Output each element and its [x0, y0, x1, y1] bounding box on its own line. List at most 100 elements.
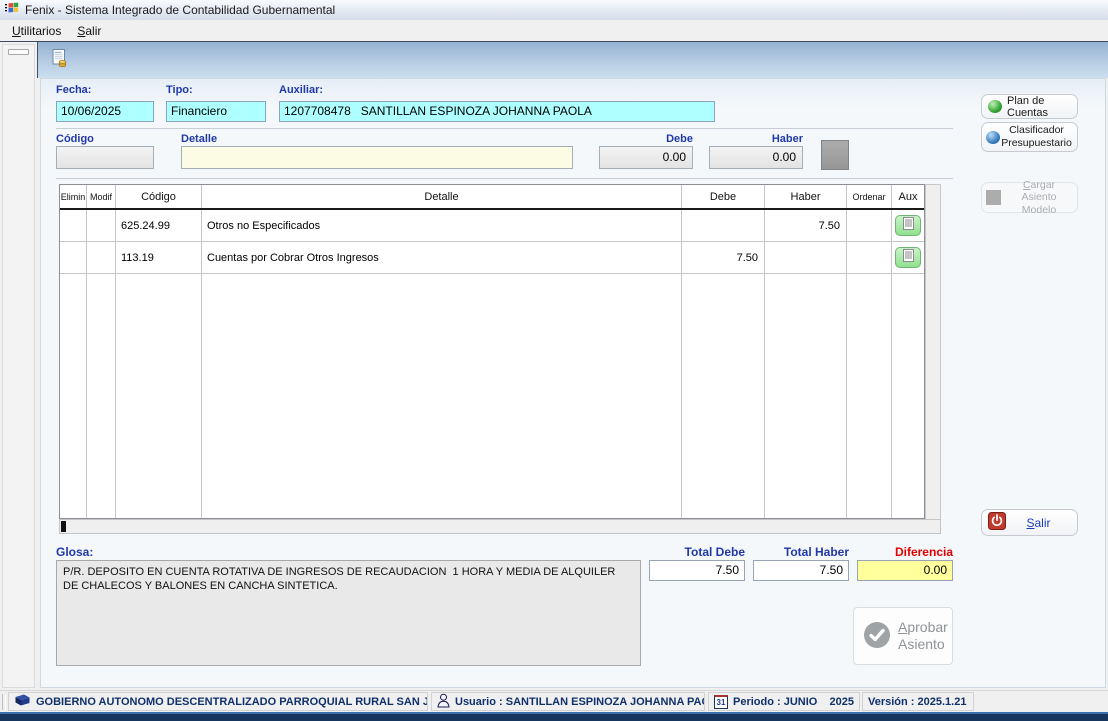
report-icon [49, 48, 69, 73]
toolbar [37, 42, 1108, 78]
add-line-button[interactable] [821, 140, 849, 170]
haber-input[interactable]: 0.00 [709, 146, 803, 169]
detalle-label: Detalle [181, 133, 218, 145]
status-periodo: 31 Periodo : JUNIO 2025 [708, 692, 860, 711]
total-haber-value: 7.50 [753, 560, 849, 581]
app-icon [4, 0, 20, 21]
cell-ordenar[interactable] [847, 242, 892, 273]
cell-debe: 7.50 [682, 242, 765, 273]
debe-label: Debe [666, 133, 693, 145]
glosa-label: Glosa: [56, 545, 94, 559]
menu-utilitarios[interactable]: Utilitarios [4, 21, 69, 41]
status-user: Usuario : SANTILLAN ESPINOZA JOHANNA PAO… [431, 692, 705, 711]
left-dock-panel [2, 44, 35, 688]
green-sphere-icon [988, 100, 1002, 113]
table-row: 625.24.99 Otros no Especificados 7.50 [60, 210, 924, 242]
clasificador-label: Clasificador Presupuestario [1001, 124, 1072, 149]
title-bar: Fenix - Sistema Integrado de Contabilida… [0, 0, 1108, 20]
header-debe: Debe [682, 185, 765, 208]
header-detalle: Detalle [202, 185, 682, 208]
window-title: Fenix - Sistema Integrado de Contabilida… [25, 3, 336, 17]
total-haber-label: Total Haber [783, 545, 849, 559]
aprobar-button-label: Aprobar Asiento [898, 618, 948, 653]
header-ordenar: Ordenar [847, 185, 892, 208]
table-horizontal-scrollbar[interactable] [59, 519, 941, 534]
fecha-label: Fecha: [56, 84, 92, 96]
table-empty-rows [60, 274, 924, 518]
cargar-asiento-label: Cargar Asiento Modelo [1021, 178, 1057, 216]
detalle-input[interactable] [181, 146, 573, 169]
statusbar-grip [2, 694, 6, 710]
person-icon [437, 693, 450, 710]
periodo-text: Periodo : JUNIO [733, 695, 818, 708]
total-debe-label: Total Debe [684, 545, 745, 559]
menu-bar: Utilitarios Salir [0, 20, 1108, 41]
taskbar-edge [0, 712, 1108, 721]
table-header-row: Elimin Modif Código Detalle Debe Haber O… [60, 185, 924, 210]
journal-entry-form: Fecha: 10/06/2025 Tipo: Financiero Auxil… [40, 78, 1106, 688]
header-codigo: Código [116, 185, 202, 208]
power-icon [988, 512, 1006, 533]
cell-debe [682, 210, 765, 241]
cell-aux [892, 210, 924, 241]
separator [56, 128, 953, 129]
scrollbar-thumb[interactable] [61, 521, 66, 532]
haber-label: Haber [771, 133, 803, 145]
status-bar: GOBIERNO AUTONOMO DESCENTRALIZADO PARROQ… [0, 690, 1108, 712]
cargar-asiento-modelo-button[interactable]: Cargar Asiento Modelo [981, 179, 1078, 216]
entity-name: GOBIERNO AUTONOMO DESCENTRALIZADO PARROQ… [36, 695, 428, 708]
calendar-icon: 31 [714, 694, 728, 709]
plan-de-cuentas-button[interactable]: Plan de Cuentas [981, 94, 1078, 119]
cell-elimin[interactable] [60, 242, 87, 273]
document-icon [902, 248, 914, 267]
cell-haber [765, 242, 847, 273]
blue-sphere-icon [986, 130, 1000, 144]
cell-codigo: 625.24.99 [116, 210, 202, 241]
cell-elimin[interactable] [60, 210, 87, 241]
status-version: Versión : 2025.1.21 [862, 692, 974, 711]
table-vertical-scrollbar[interactable] [925, 184, 941, 520]
tipo-label: Tipo: [166, 84, 193, 96]
header-modif: Modif [87, 185, 116, 208]
separator [56, 178, 953, 179]
codigo-label: Código [56, 133, 94, 145]
total-debe-value: 7.50 [649, 560, 745, 581]
debe-input[interactable]: 0.00 [599, 146, 693, 169]
book-icon [14, 693, 31, 710]
diferencia-label: Diferencia [894, 545, 953, 559]
cell-aux [892, 242, 924, 273]
diferencia-value: 0.00 [857, 560, 953, 581]
cell-modif[interactable] [87, 210, 116, 241]
plan-de-cuentas-label: Plan de Cuentas [1007, 94, 1048, 119]
glosa-textarea[interactable]: P/R. DEPOSITO EN CUENTA ROTATIVA DE INGR… [56, 560, 641, 666]
header-aux: Aux [898, 190, 918, 203]
periodo-year: 2025 [829, 695, 854, 708]
auxiliar-label: Auxiliar: [279, 84, 324, 96]
auxiliar-input[interactable]: 1207708478 SANTILLAN ESPINOZA JOHANNA PA… [279, 101, 715, 122]
dock-grip-handle[interactable] [8, 49, 29, 55]
salir-button[interactable]: Salir [981, 509, 1078, 536]
document-icon [902, 216, 914, 235]
codigo-input[interactable] [56, 146, 154, 169]
cell-modif[interactable] [87, 242, 116, 273]
journal-lines-table: Elimin Modif Código Detalle Debe Haber O… [59, 184, 925, 519]
header-haber: Haber [765, 185, 847, 208]
salir-button-label: Salir [1026, 515, 1051, 530]
cell-detalle: Cuentas por Cobrar Otros Ingresos [202, 242, 682, 273]
aprobar-asiento-button[interactable]: Aprobar Asiento [853, 607, 953, 665]
fecha-input[interactable]: 10/06/2025 [56, 101, 154, 122]
cell-ordenar[interactable] [847, 210, 892, 241]
menu-salir[interactable]: Salir [69, 21, 109, 41]
placeholder-square-icon [986, 190, 1001, 205]
aux-detail-button[interactable] [895, 247, 921, 268]
app-window: Fenix - Sistema Integrado de Contabilida… [0, 0, 1108, 721]
cell-detalle: Otros no Especificados [202, 210, 682, 241]
cell-haber: 7.50 [765, 210, 847, 241]
clasificador-presupuestario-button[interactable]: Clasificador Presupuestario [981, 122, 1078, 152]
tipo-input[interactable]: Financiero [166, 101, 266, 122]
print-journal-button[interactable] [46, 48, 72, 73]
version-text: Versión : 2025.1.21 [868, 695, 967, 708]
aux-detail-button[interactable] [895, 215, 921, 236]
status-entity: GOBIERNO AUTONOMO DESCENTRALIZADO PARROQ… [8, 692, 428, 711]
header-elimin: Elimin [60, 185, 87, 208]
